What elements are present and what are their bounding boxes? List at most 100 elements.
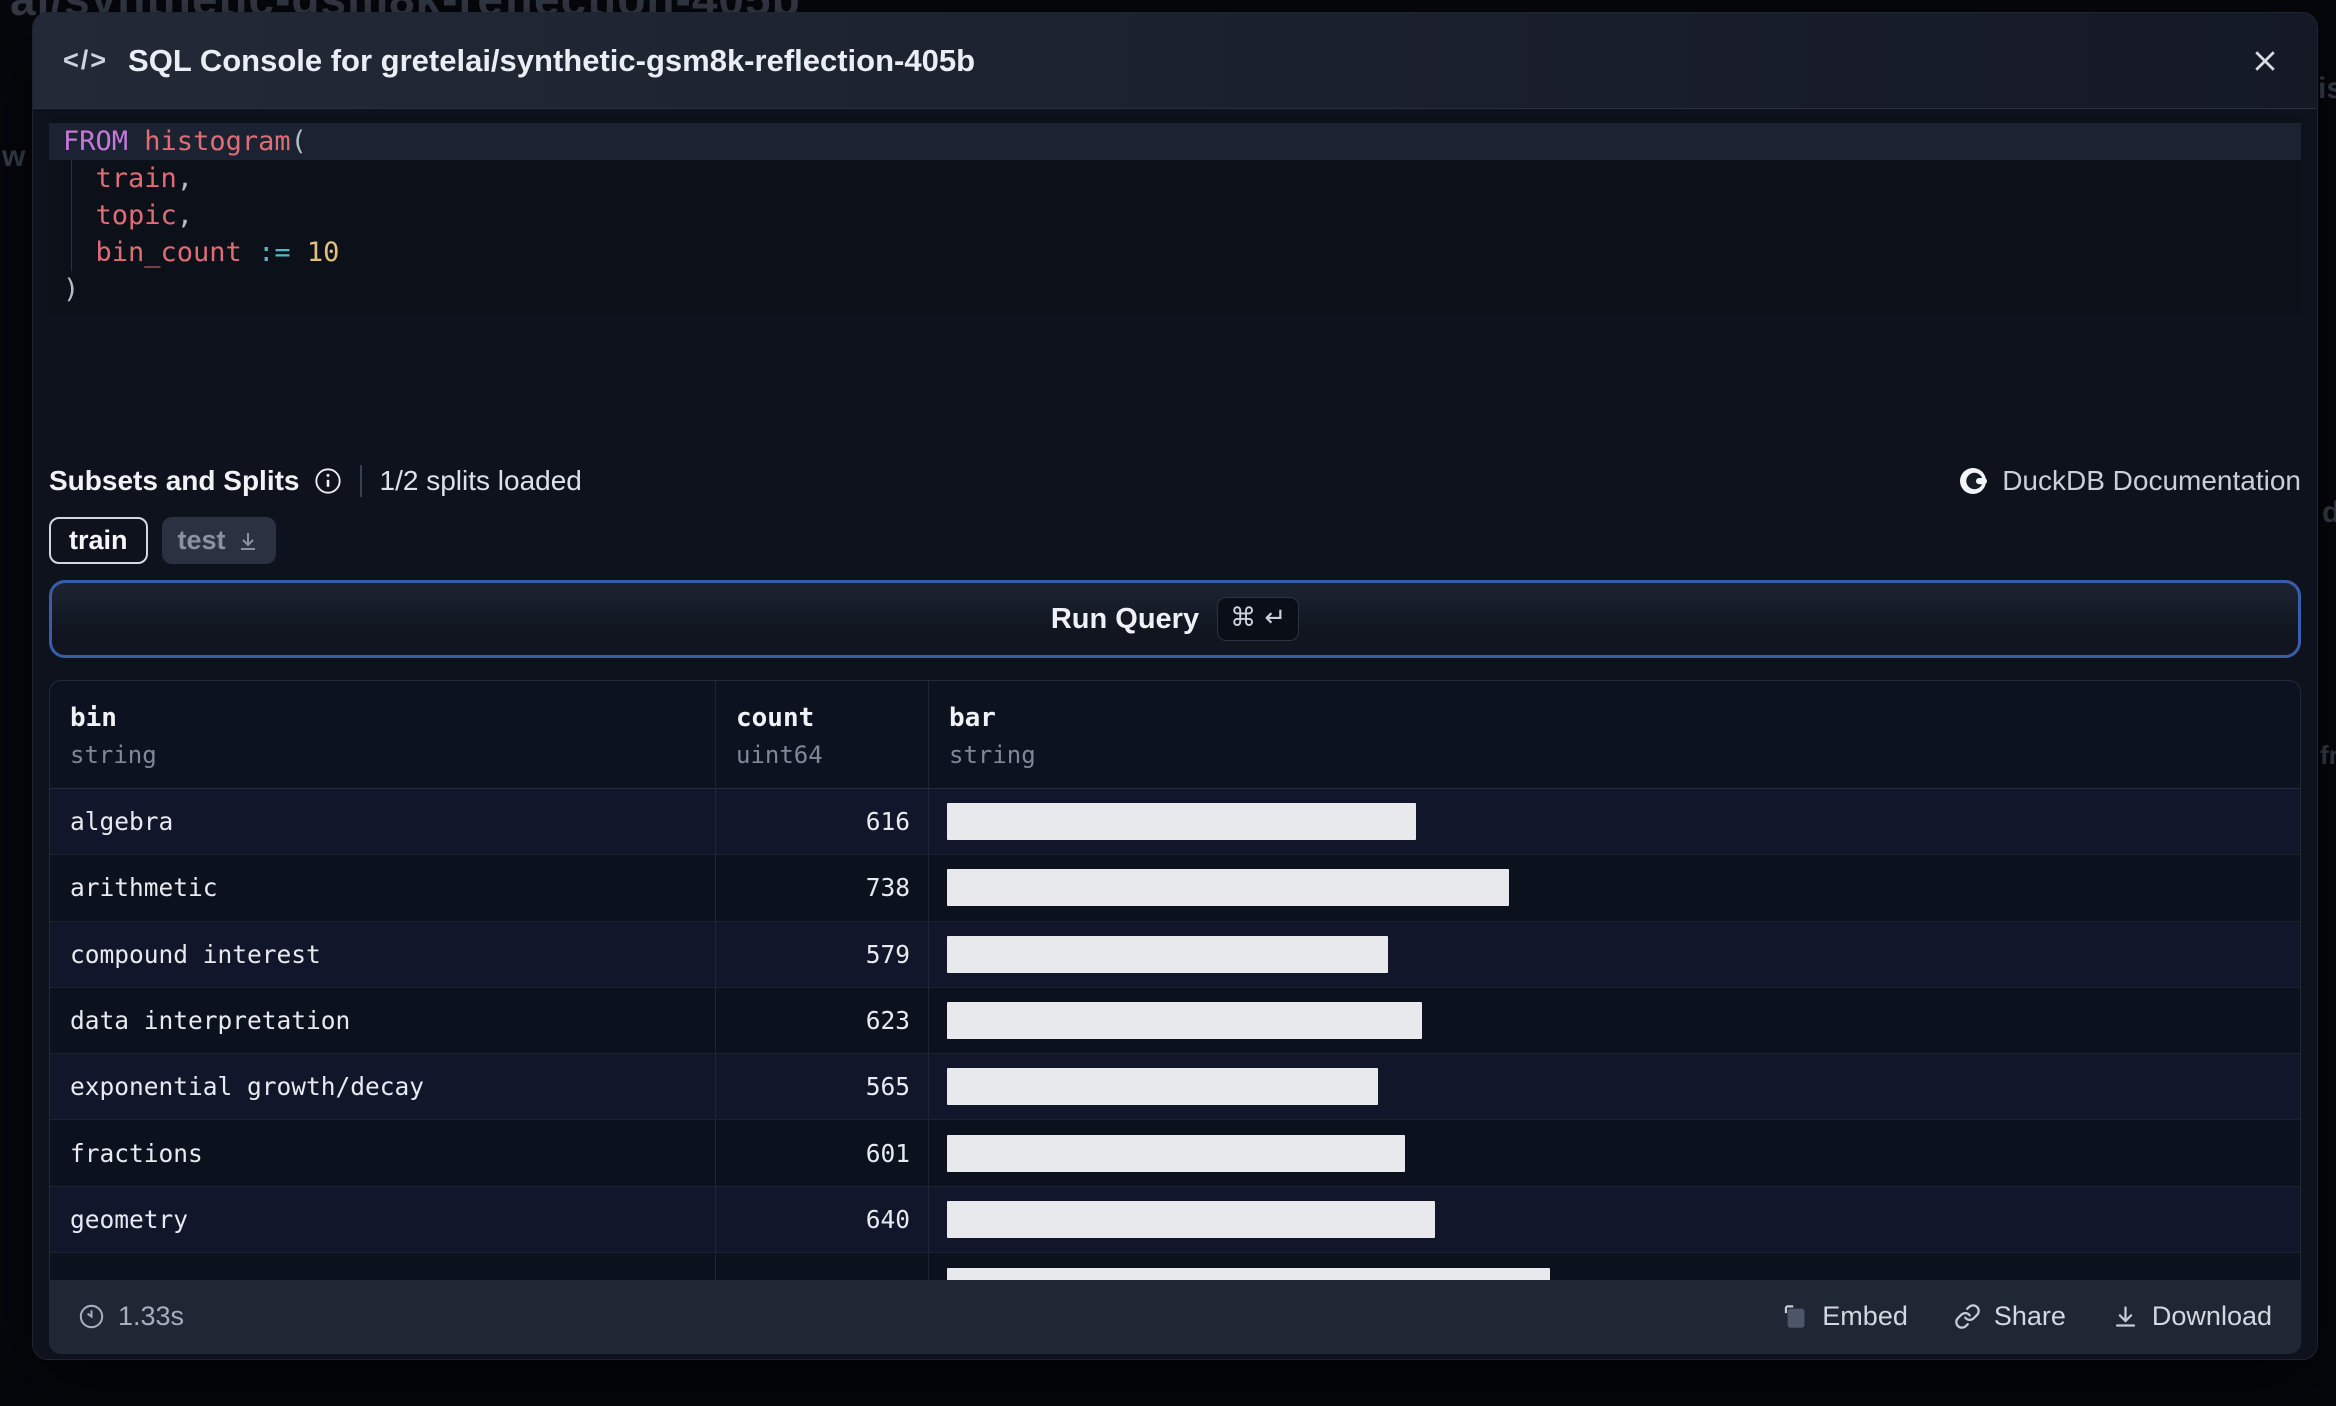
bin-cell: data interpretation [50, 987, 716, 1054]
sql-editor[interactable]: FROM histogram( train, topic, bin_count … [49, 115, 2301, 315]
count-cell [716, 1253, 929, 1281]
embed-button[interactable]: Embed [1782, 1301, 1908, 1332]
duckdb-logo-icon [1960, 466, 1990, 496]
splits-header-row: Subsets and Splits 1/2 splits loaded Duc… [49, 455, 2301, 507]
splits-heading: Subsets and Splits [49, 465, 300, 496]
histogram-bar [947, 803, 1416, 841]
column-header-bin: bin string [50, 681, 716, 788]
count-cell: 623 [716, 987, 929, 1054]
count-cell: 579 [716, 921, 929, 987]
query-duration: 1.33s [78, 1301, 184, 1332]
share-button[interactable]: Share [1954, 1301, 2066, 1332]
table-row: arithmetic 738 [50, 855, 2300, 922]
bar-cell [929, 855, 2300, 920]
bar-cell [929, 922, 2300, 987]
bar-cell [929, 1054, 2300, 1119]
code-line: topic, [95, 200, 194, 231]
results-footer: 1.33s Embed Share Download [50, 1280, 2300, 1354]
modal-title: SQL Console for gretelai/synthetic-gsm8k… [128, 42, 976, 78]
column-type: uint64 [736, 741, 823, 769]
column-type: string [70, 741, 157, 769]
bar-cell [929, 1253, 2300, 1281]
table-row [50, 1253, 2300, 1281]
code-line: FROM histogram( [49, 123, 2301, 160]
histogram-bar [947, 1134, 1405, 1172]
count-cell: 616 [716, 789, 929, 855]
bar-cell [929, 789, 2300, 854]
table-body[interactable]: algebra 616 arithmetic 738 compound interest… [50, 789, 2300, 1281]
query-duration-value: 1.33s [118, 1301, 185, 1332]
close-icon [2255, 50, 2275, 71]
indent-guide [71, 160, 72, 271]
run-query-label: Run Query [1050, 602, 1200, 635]
column-header-count: count uint64 [716, 681, 929, 788]
vertical-divider [359, 465, 362, 497]
background-text-fragment: fr [2320, 740, 2336, 770]
column-type: string [949, 741, 1036, 769]
background-text-fragment: w [2, 140, 26, 173]
bin-cell: arithmetic [50, 855, 716, 921]
code-line: ) [63, 274, 80, 305]
table-row: algebra 616 [50, 789, 2300, 856]
histogram-bar [947, 1002, 1422, 1040]
histogram-bar [947, 1068, 1378, 1106]
table-row: data interpretation 623 [50, 987, 2300, 1055]
footer-actions: Embed Share Download [1782, 1301, 2272, 1332]
clock-icon [79, 1304, 104, 1329]
histogram-bar [947, 869, 1509, 907]
download-split-icon [240, 532, 255, 550]
keyboard-shortcut-badge: ⌘ ↵ [1217, 597, 1300, 641]
histogram-bar [947, 935, 1388, 973]
download-icon [2115, 1306, 2135, 1327]
bar-cell [929, 1120, 2300, 1185]
modal-body: FROM histogram( train, topic, bin_count … [33, 109, 2317, 1359]
run-query-button[interactable]: Run Query ⌘ ↵ [49, 580, 2301, 658]
split-button-test[interactable]: test [161, 517, 276, 564]
column-name: bar [949, 703, 996, 733]
bin-cell: fractions [50, 1120, 716, 1186]
table-row: fractions 601 [50, 1120, 2300, 1187]
bar-cell [929, 988, 2300, 1053]
split-buttons: train test [49, 517, 2301, 564]
duckdb-documentation-link[interactable]: DuckDB Documentation [1960, 465, 2301, 497]
background-text-fragment: d [2322, 496, 2336, 529]
count-cell: 738 [716, 855, 929, 921]
split-button-label: train [69, 525, 128, 555]
bin-cell: geometry [50, 1186, 716, 1253]
table-row: geometry 640 [50, 1186, 2300, 1254]
bin-cell: exponential growth/decay [50, 1054, 716, 1120]
table-header: bin string count uint64 bar string [50, 681, 2300, 789]
column-name: count [736, 703, 815, 733]
count-cell: 565 [716, 1054, 929, 1120]
download-label: Download [2151, 1301, 2272, 1332]
close-button[interactable] [2243, 39, 2287, 83]
embed-label: Embed [1822, 1301, 1908, 1332]
code-line: train, [95, 163, 194, 194]
share-label: Share [1993, 1301, 2066, 1332]
splits-loaded-status: 1/2 splits loaded [379, 465, 582, 496]
count-cell: 601 [716, 1120, 929, 1186]
column-name: bin [70, 703, 117, 733]
embed-icon [1785, 1305, 1805, 1328]
bar-cell [929, 1187, 2300, 1252]
bin-cell: compound interest [50, 921, 716, 987]
info-icon[interactable] [314, 467, 342, 495]
code-line: bin_count := 10 [95, 237, 340, 268]
split-button-train[interactable]: train [49, 517, 148, 564]
split-button-label: test [177, 525, 226, 555]
sql-console-modal: </> SQL Console for gretelai/synthetic-g… [32, 12, 2318, 1360]
query-results-panel: bin string count uint64 bar string algeb… [49, 680, 2301, 1355]
table-row: exponential growth/decay 565 [50, 1054, 2300, 1121]
duckdb-documentation-label: DuckDB Documentation [2002, 465, 2301, 496]
table-row: compound interest 579 [50, 921, 2300, 988]
column-header-bar: bar string [929, 681, 2300, 788]
download-button[interactable]: Download [2112, 1301, 2272, 1332]
histogram-bar [947, 1267, 1550, 1281]
count-cell: 640 [716, 1186, 929, 1253]
modal-header: </> SQL Console for gretelai/synthetic-g… [33, 13, 2317, 109]
bin-cell [50, 1253, 716, 1281]
histogram-bar [947, 1200, 1435, 1238]
code-icon: </> [63, 45, 109, 75]
bin-cell: algebra [50, 789, 716, 855]
share-link-icon [1955, 1304, 1980, 1329]
